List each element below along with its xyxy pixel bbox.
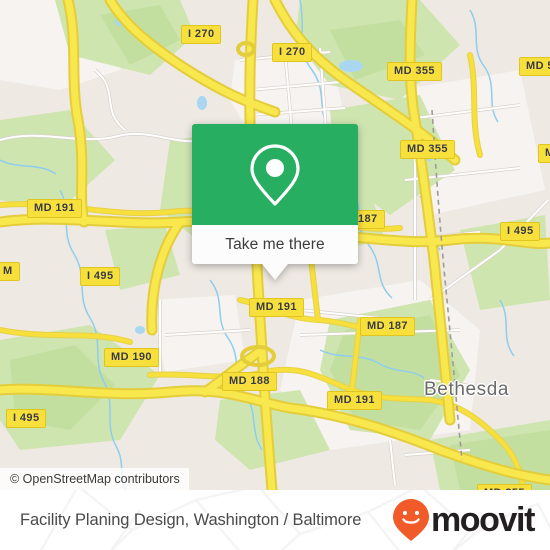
location-popup[interactable]: Take me there bbox=[192, 124, 358, 280]
road-shield: I 495 bbox=[80, 267, 121, 286]
moovit-brand[interactable]: moovit bbox=[392, 498, 535, 542]
road-shield: I 495 bbox=[500, 222, 541, 241]
road-shield: I 270 bbox=[181, 25, 222, 44]
map-pin-icon bbox=[250, 143, 300, 206]
place-label: Bethesda bbox=[424, 379, 510, 400]
road-shield: MD 355 bbox=[400, 140, 455, 159]
bottom-info-bar: Facility Planing Design, Washington / Ba… bbox=[0, 490, 550, 550]
road-shield: MD 191 bbox=[27, 199, 82, 218]
road-shield: MD 191 bbox=[249, 298, 304, 317]
osm-attribution[interactable]: © OpenStreetMap contributors bbox=[0, 468, 189, 490]
road-shield: MD 54 bbox=[519, 57, 550, 76]
popup-action-area[interactable]: Take me there bbox=[192, 225, 358, 280]
take-me-there-label: Take me there bbox=[225, 235, 325, 253]
map-canvas[interactable]: I 270I 270MD 355MD 54MD 355MMD 191187I 4… bbox=[0, 0, 550, 490]
brand-name: moovit bbox=[430, 501, 535, 539]
road-shield: I 495 bbox=[6, 409, 47, 428]
road-shield: MD 190 bbox=[104, 348, 159, 367]
popup-image-area bbox=[192, 124, 358, 225]
road-shield: M bbox=[538, 144, 550, 163]
moovit-map-screen: I 270I 270MD 355MD 54MD 355MMD 191187I 4… bbox=[0, 0, 550, 550]
road-shield: MD 191 bbox=[327, 391, 382, 410]
road-shield: I 270 bbox=[272, 43, 313, 62]
road-shield: M bbox=[0, 262, 20, 281]
popup-tail bbox=[262, 264, 288, 280]
road-shield: MD 188 bbox=[222, 372, 277, 391]
road-shield: MD 355 bbox=[387, 62, 442, 81]
moovit-smiley-pin-icon bbox=[392, 499, 429, 541]
page-title: Facility Planing Design, Washington / Ba… bbox=[20, 510, 362, 529]
road-shield: MD 187 bbox=[360, 317, 415, 336]
